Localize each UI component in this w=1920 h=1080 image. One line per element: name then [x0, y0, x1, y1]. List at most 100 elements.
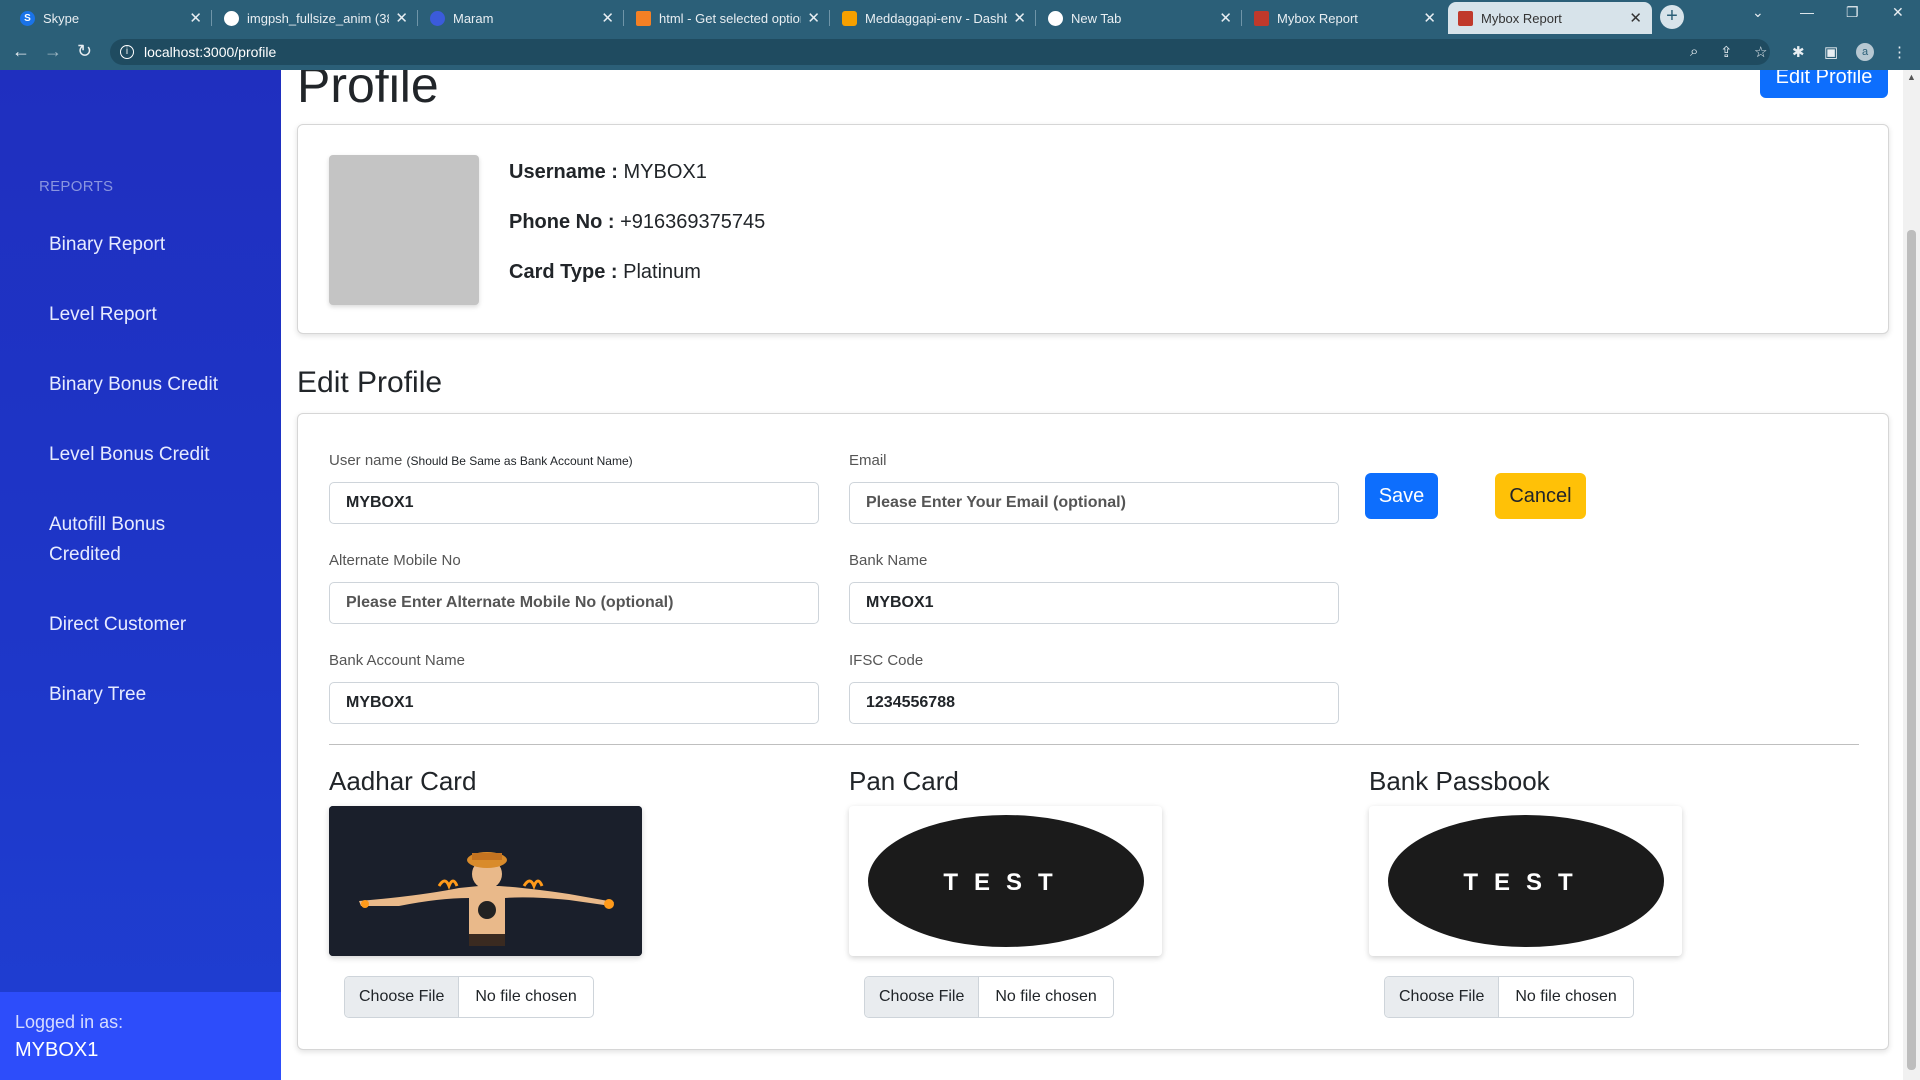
- save-button[interactable]: Save: [1365, 473, 1438, 519]
- card-type-label: Card Type :: [509, 261, 618, 283]
- close-icon[interactable]: ✕: [807, 9, 820, 27]
- close-window-icon[interactable]: ✕: [1892, 4, 1904, 21]
- bank-passbook-title: Bank Passbook: [1369, 766, 1550, 796]
- divider: [329, 744, 1859, 745]
- browser-tab-skype[interactable]: S Skype ✕: [10, 2, 212, 34]
- alt-mobile-field-label: Alternate Mobile No: [329, 552, 461, 569]
- bank-account-field-label: Bank Account Name: [329, 652, 465, 669]
- anime-character-image: [329, 806, 642, 956]
- pan-card-title: Pan Card: [849, 766, 959, 796]
- edit-profile-card: User name (Should Be Same as Bank Accoun…: [297, 413, 1889, 1050]
- share-icon[interactable]: ⇪: [1720, 43, 1733, 61]
- sidebar-item-autofill-bonus-credited[interactable]: Autofill Bonus Credited: [49, 510, 199, 570]
- browser-tab-mybox-1[interactable]: Mybox Report ✕: [1244, 2, 1446, 34]
- aadhar-card-title: Aadhar Card: [329, 766, 477, 796]
- chrome-icon: [1048, 10, 1063, 26]
- pan-card-image: TEST: [849, 806, 1162, 956]
- username-field-label: User name (Should Be Same as Bank Accoun…: [329, 452, 633, 469]
- sidebar-item-binary-report[interactable]: Binary Report: [49, 230, 249, 260]
- alt-mobile-field[interactable]: [329, 582, 819, 624]
- sidebar-item-binary-bonus-credit[interactable]: Binary Bonus Credit: [49, 370, 249, 400]
- avatar: [329, 155, 479, 305]
- zoom-icon[interactable]: ⌕: [1690, 43, 1698, 60]
- profile-card: Username : MYBOX1 Phone No : +9163693757…: [297, 124, 1889, 334]
- page-scrollbar[interactable]: ▲: [1903, 70, 1920, 1080]
- close-icon[interactable]: ✕: [1013, 9, 1026, 27]
- restore-icon[interactable]: ❐: [1846, 4, 1859, 21]
- browser-tab-stackoverflow[interactable]: html - Get selected option ✕: [626, 2, 830, 34]
- phone-row: Phone No : +916369375745: [509, 211, 765, 234]
- sidebar-footer: Logged in as: MYBOX1: [0, 992, 281, 1080]
- logged-in-label: Logged in as:: [15, 1012, 124, 1032]
- bookmark-star-icon[interactable]: ☆: [1754, 43, 1767, 61]
- email-field[interactable]: [849, 482, 1339, 524]
- browser-tab-meddaggapi[interactable]: Meddaggapi-env - Dashbo ✕: [832, 2, 1036, 34]
- sidebar-section-reports: REPORTS: [39, 178, 114, 195]
- scrollbar-thumb[interactable]: [1907, 230, 1916, 1070]
- close-icon[interactable]: ✕: [189, 9, 202, 27]
- maram-icon: [430, 10, 445, 26]
- aadhar-file-input[interactable]: Choose File No file chosen: [344, 976, 594, 1018]
- forward-icon[interactable]: →: [44, 41, 62, 62]
- scroll-up-icon[interactable]: ▲: [1907, 72, 1916, 82]
- pan-file-input[interactable]: Choose File No file chosen: [864, 976, 1114, 1018]
- site-info-icon[interactable]: i: [120, 45, 134, 59]
- sidebar-item-binary-tree[interactable]: Binary Tree: [49, 680, 249, 710]
- browser-tab-imgpsh[interactable]: imgpsh_fullsize_anim (384 ✕: [214, 2, 418, 34]
- address-bar[interactable]: i localhost:3000/profile: [110, 39, 1770, 65]
- sidebar-item-level-bonus-credit[interactable]: Level Bonus Credit: [49, 440, 249, 470]
- browser-profile-avatar[interactable]: a: [1856, 43, 1874, 61]
- mybox-icon: [1458, 10, 1473, 26]
- sidebar-item-direct-customer[interactable]: Direct Customer: [49, 610, 249, 640]
- close-icon[interactable]: ✕: [1629, 9, 1642, 27]
- choose-file-button[interactable]: Choose File: [1385, 977, 1500, 1017]
- box-icon: [842, 10, 857, 26]
- bank-name-field[interactable]: [849, 582, 1339, 624]
- url-text: localhost:3000/profile: [144, 44, 277, 60]
- username-field[interactable]: [329, 482, 819, 524]
- new-tab-button[interactable]: +: [1660, 5, 1684, 29]
- username-label: Username :: [509, 161, 618, 183]
- sidebar: REPORTS Binary Report Level Report Binar…: [0, 70, 281, 1080]
- mybox-icon: [1254, 10, 1269, 26]
- browser-tab-mybox-active[interactable]: Mybox Report ✕: [1448, 2, 1652, 34]
- file-status: No file chosen: [475, 988, 577, 1005]
- choose-file-button[interactable]: Choose File: [345, 977, 460, 1017]
- extensions-icon[interactable]: ✱: [1792, 43, 1805, 61]
- phone-value: +916369375745: [620, 211, 766, 233]
- side-panel-icon[interactable]: ▣: [1824, 43, 1838, 61]
- ifsc-field[interactable]: [849, 682, 1339, 724]
- close-icon[interactable]: ✕: [1423, 9, 1436, 27]
- file-status: No file chosen: [995, 988, 1097, 1005]
- chevron-down-icon[interactable]: ⌄: [1752, 4, 1764, 21]
- passbook-file-input[interactable]: Choose File No file chosen: [1384, 976, 1634, 1018]
- pan-image-text: TEST: [943, 869, 1068, 896]
- ifsc-field-label: IFSC Code: [849, 652, 924, 669]
- bank-name-field-label: Bank Name: [849, 552, 928, 569]
- sidebar-item-level-report[interactable]: Level Report: [49, 300, 249, 330]
- username-row: Username : MYBOX1: [509, 161, 707, 184]
- back-icon[interactable]: ←: [12, 41, 30, 62]
- browser-tab-maram[interactable]: Maram ✕: [420, 2, 624, 34]
- browser-tab-strip: S Skype ✕ imgpsh_fullsize_anim (384 ✕ Ma…: [0, 0, 1920, 34]
- reload-icon[interactable]: ↻: [77, 41, 92, 62]
- passbook-image-text: TEST: [1463, 869, 1588, 896]
- username-field-hint: (Should Be Same as Bank Account Name): [406, 454, 633, 468]
- aadhar-card-image: [329, 806, 642, 956]
- close-icon[interactable]: ✕: [395, 9, 408, 27]
- main-content: Profile Edit Profile Username : MYBOX1 P…: [281, 70, 1903, 1080]
- phone-label: Phone No :: [509, 211, 615, 233]
- edit-profile-button[interactable]: Edit Profile: [1760, 70, 1888, 98]
- logged-in-user: MYBOX1: [15, 1039, 99, 1061]
- close-icon[interactable]: ✕: [1219, 9, 1232, 27]
- browser-tab-newtab[interactable]: New Tab ✕: [1038, 2, 1242, 34]
- bank-account-field[interactable]: [329, 682, 819, 724]
- menu-kebab-icon[interactable]: ⋮: [1892, 43, 1907, 61]
- minimize-icon[interactable]: —: [1800, 4, 1814, 20]
- card-type-value: Platinum: [623, 261, 701, 283]
- choose-file-button[interactable]: Choose File: [865, 977, 980, 1017]
- cancel-button[interactable]: Cancel: [1495, 473, 1586, 519]
- close-icon[interactable]: ✕: [601, 9, 614, 27]
- page-title: Profile: [297, 70, 439, 113]
- stackoverflow-icon: [636, 10, 651, 26]
